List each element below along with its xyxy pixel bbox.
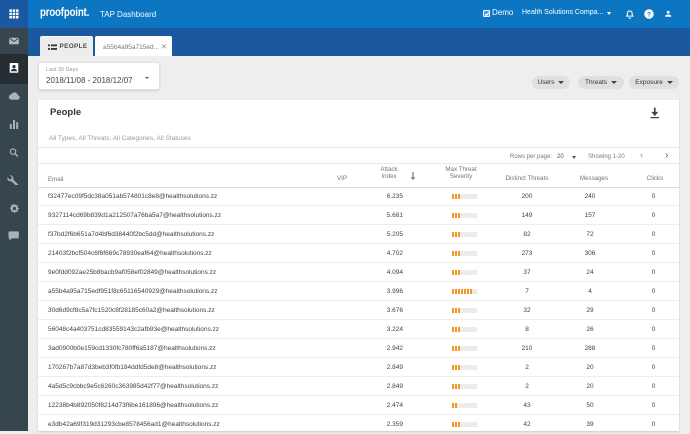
- svg-text:?: ?: [647, 11, 651, 18]
